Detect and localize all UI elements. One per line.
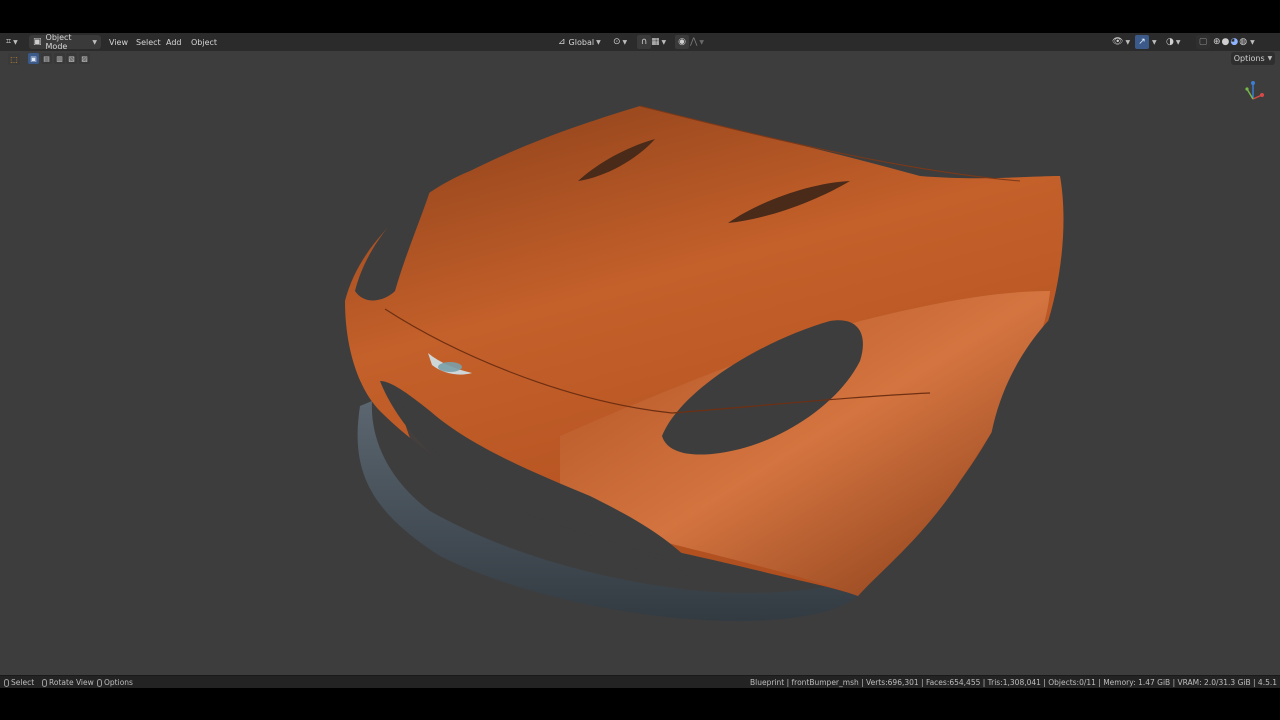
scene-statistics: Blueprint | frontBumper_msh | Verts:696,…: [750, 678, 1277, 687]
status-hint-options: Options: [97, 677, 133, 688]
overlays-toggle[interactable]: ◑ ▼: [1166, 35, 1180, 49]
chevron-down-icon: ▼: [1152, 38, 1157, 46]
selection-mode-intersect[interactable]: ▨: [79, 53, 90, 64]
right-mouse-icon: [97, 678, 102, 687]
orientation-icon: ⊿: [558, 37, 566, 47]
rendered-shading-icon[interactable]: ◍: [1239, 35, 1247, 49]
viewport-header: ⌗ ▼ ▣ Object Mode ▼ View Select Add Objec…: [0, 33, 1280, 52]
select-set-icon: ▣: [30, 54, 37, 63]
falloff-icon: ⋀: [690, 37, 698, 47]
menu-select[interactable]: Select: [132, 35, 165, 49]
chevron-down-icon: ▼: [13, 38, 18, 46]
mode-selector[interactable]: ▣ Object Mode ▼: [29, 33, 101, 51]
snap-target-selector[interactable]: ▦ ▼: [651, 35, 666, 49]
chevron-down-icon: ▼: [1125, 38, 1131, 46]
magnet-icon: ∩: [640, 37, 648, 47]
chevron-down-icon: ▼: [661, 38, 667, 46]
eye-icon: 👁: [1112, 37, 1124, 47]
visibility-selector[interactable]: 👁 ▼: [1112, 35, 1130, 49]
select-extend-icon: ▤: [43, 54, 50, 63]
wireframe-shading-icon[interactable]: ⊕: [1213, 35, 1221, 49]
gizmo-toggle[interactable]: ↗: [1135, 35, 1149, 49]
status-hint-rotate: Rotate View: [42, 677, 94, 688]
chevron-down-icon: ▼: [1267, 55, 1273, 62]
mode-label: Object Mode: [45, 33, 72, 51]
car-front-model[interactable]: [0, 51, 1280, 675]
proportional-falloff-selector[interactable]: ⋀ ▼: [690, 35, 704, 49]
options-label: Options: [1233, 54, 1265, 63]
selection-mode-subtract[interactable]: ▥: [54, 53, 65, 64]
letterbox-top: [0, 0, 1280, 33]
chevron-down-icon: ▼: [699, 38, 705, 46]
orientation-label: Global: [568, 37, 595, 47]
status-hint-select: Select: [4, 677, 34, 688]
select-intersect-icon: ▨: [81, 54, 88, 63]
chevron-down-icon: ▼: [596, 38, 601, 46]
letterbox-bottom: [0, 688, 1280, 720]
transform-orientation-selector[interactable]: ⊿ Global ▼: [558, 35, 601, 49]
status-hint-label: Rotate View: [49, 678, 94, 687]
axis-editor-icon: ⌗: [6, 37, 12, 47]
proportional-edit-toggle[interactable]: ◉: [675, 35, 689, 49]
selection-mode-new[interactable]: ▣: [28, 53, 39, 64]
editor-type-button[interactable]: ⌗ ▼: [6, 35, 18, 49]
object-mode-icon: ▣: [33, 37, 42, 47]
xray-icon: ▢: [1198, 37, 1208, 47]
select-invert-icon: ▧: [68, 54, 75, 63]
selection-mode-extend[interactable]: ▤: [41, 53, 52, 64]
options-button[interactable]: Options ▼: [1231, 52, 1275, 65]
chevron-down-icon: ▼: [1175, 38, 1181, 46]
navigation-gizmo[interactable]: [1240, 77, 1266, 105]
proportional-edit-icon: ◉: [678, 37, 686, 47]
menu-view[interactable]: View: [105, 35, 132, 49]
menu-object[interactable]: Object: [187, 35, 221, 49]
overlays-icon: ◑: [1166, 37, 1174, 47]
solid-shading-icon[interactable]: ●: [1222, 35, 1230, 49]
select-subtract-icon: ▥: [56, 54, 63, 63]
chevron-down-icon: ▼: [92, 38, 97, 46]
left-mouse-icon: [4, 678, 9, 687]
status-hint-label: Select: [11, 678, 35, 687]
snap-toggle[interactable]: ∩: [637, 35, 651, 49]
chevron-down-icon: ▼: [622, 38, 628, 46]
shading-mode-group: ⊕ ● ◕ ◍ ▼: [1213, 35, 1255, 49]
xray-toggle[interactable]: ▢: [1196, 35, 1210, 49]
gizmo-icon: ↗: [1138, 37, 1146, 47]
select-tool-button[interactable]: ⬚: [8, 53, 20, 65]
status-hint-label: Options: [104, 678, 133, 687]
pivot-icon: ⊙: [613, 37, 621, 47]
material-shading-icon[interactable]: ◕: [1230, 35, 1238, 49]
middle-mouse-icon: [42, 678, 47, 687]
menu-add[interactable]: Add: [162, 35, 186, 49]
chevron-down-icon[interactable]: ▼: [1250, 39, 1255, 46]
snap-grid-icon: ▦: [651, 37, 660, 47]
gizmo-y-axis: [1246, 88, 1254, 100]
cursor-icon: ⬚: [10, 54, 18, 64]
gizmo-dropdown[interactable]: ▼: [1150, 35, 1157, 49]
status-bar: Select Rotate View Options Blueprint | f…: [0, 675, 1280, 689]
selection-mode-invert[interactable]: ▧: [66, 53, 77, 64]
pivot-point-selector[interactable]: ⊙ ▼: [613, 35, 627, 49]
3d-viewport[interactable]: [0, 51, 1280, 675]
